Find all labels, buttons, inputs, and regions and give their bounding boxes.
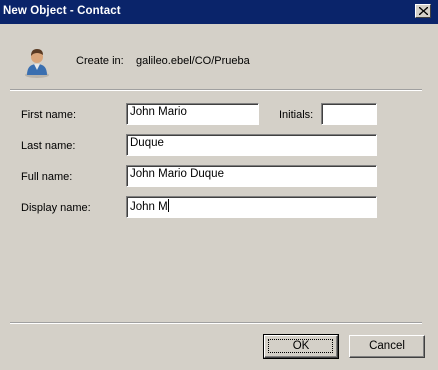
title-bar: New Object - Contact xyxy=(0,0,438,24)
cancel-button-label: Cancel xyxy=(369,340,405,352)
create-in-label: Create in: xyxy=(76,55,124,67)
window-title: New Object - Contact xyxy=(3,5,121,17)
last-name-field[interactable]: Duque xyxy=(126,134,377,156)
display-name-field[interactable]: John M xyxy=(126,196,377,218)
initials-field[interactable] xyxy=(321,103,377,125)
ok-button[interactable]: OK xyxy=(263,334,339,359)
full-name-label: Full name: xyxy=(21,171,73,183)
contact-person-icon xyxy=(25,49,49,78)
close-button[interactable] xyxy=(415,4,431,18)
full-name-value: John Mario Duque xyxy=(130,168,224,180)
last-name-label: Last name: xyxy=(21,140,76,152)
create-in-path: galileo.ebel/CO/Prueba xyxy=(136,55,250,67)
cancel-button[interactable]: Cancel xyxy=(349,335,425,358)
last-name-value: Duque xyxy=(130,137,164,149)
initials-label: Initials: xyxy=(279,109,314,121)
display-name-label: Display name: xyxy=(21,202,91,214)
focus-rectangle xyxy=(268,339,333,353)
display-name-value: John M xyxy=(130,201,168,213)
footer-separator xyxy=(10,322,422,324)
first-name-value: John Mario xyxy=(130,106,187,118)
first-name-label: First name: xyxy=(21,109,77,121)
full-name-field[interactable]: John Mario Duque xyxy=(126,165,377,187)
close-icon xyxy=(419,7,428,15)
text-cursor xyxy=(167,199,169,212)
first-name-field[interactable]: John Mario xyxy=(126,103,259,125)
header-separator xyxy=(10,89,422,91)
